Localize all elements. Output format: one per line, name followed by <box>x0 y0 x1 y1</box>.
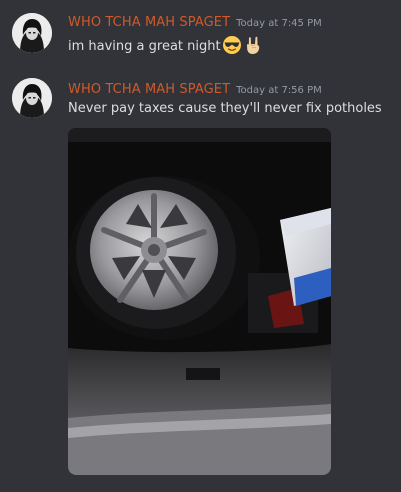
timestamp[interactable]: Today at 7:56 PM <box>236 85 322 96</box>
message-content: Never pay taxes cause they'll never fix … <box>68 100 382 118</box>
message-1: WHO TCHA MAH SPAGET Today at 7:45 PM im h… <box>0 0 401 70</box>
message-text: im having a great night <box>68 39 221 54</box>
avatar-image <box>12 78 52 118</box>
sign-of-the-horns-icon[interactable] <box>243 35 263 55</box>
username[interactable]: WHO TCHA MAH SPAGET <box>68 82 230 97</box>
sunglasses-emoji-icon[interactable] <box>222 35 242 55</box>
avatar[interactable] <box>12 13 52 53</box>
message-header: WHO TCHA MAH SPAGET Today at 7:56 PM <box>68 80 322 99</box>
message-header: WHO TCHA MAH SPAGET Today at 7:45 PM <box>68 13 322 32</box>
message-text: Never pay taxes cause they'll never fix … <box>68 101 382 116</box>
image-attachment[interactable] <box>68 128 331 475</box>
message-content: im having a great night <box>68 35 263 56</box>
avatar-image <box>12 13 52 53</box>
username[interactable]: WHO TCHA MAH SPAGET <box>68 15 230 30</box>
avatar[interactable] <box>12 78 52 118</box>
timestamp[interactable]: Today at 7:45 PM <box>236 18 322 29</box>
trunk-photo <box>68 128 331 475</box>
